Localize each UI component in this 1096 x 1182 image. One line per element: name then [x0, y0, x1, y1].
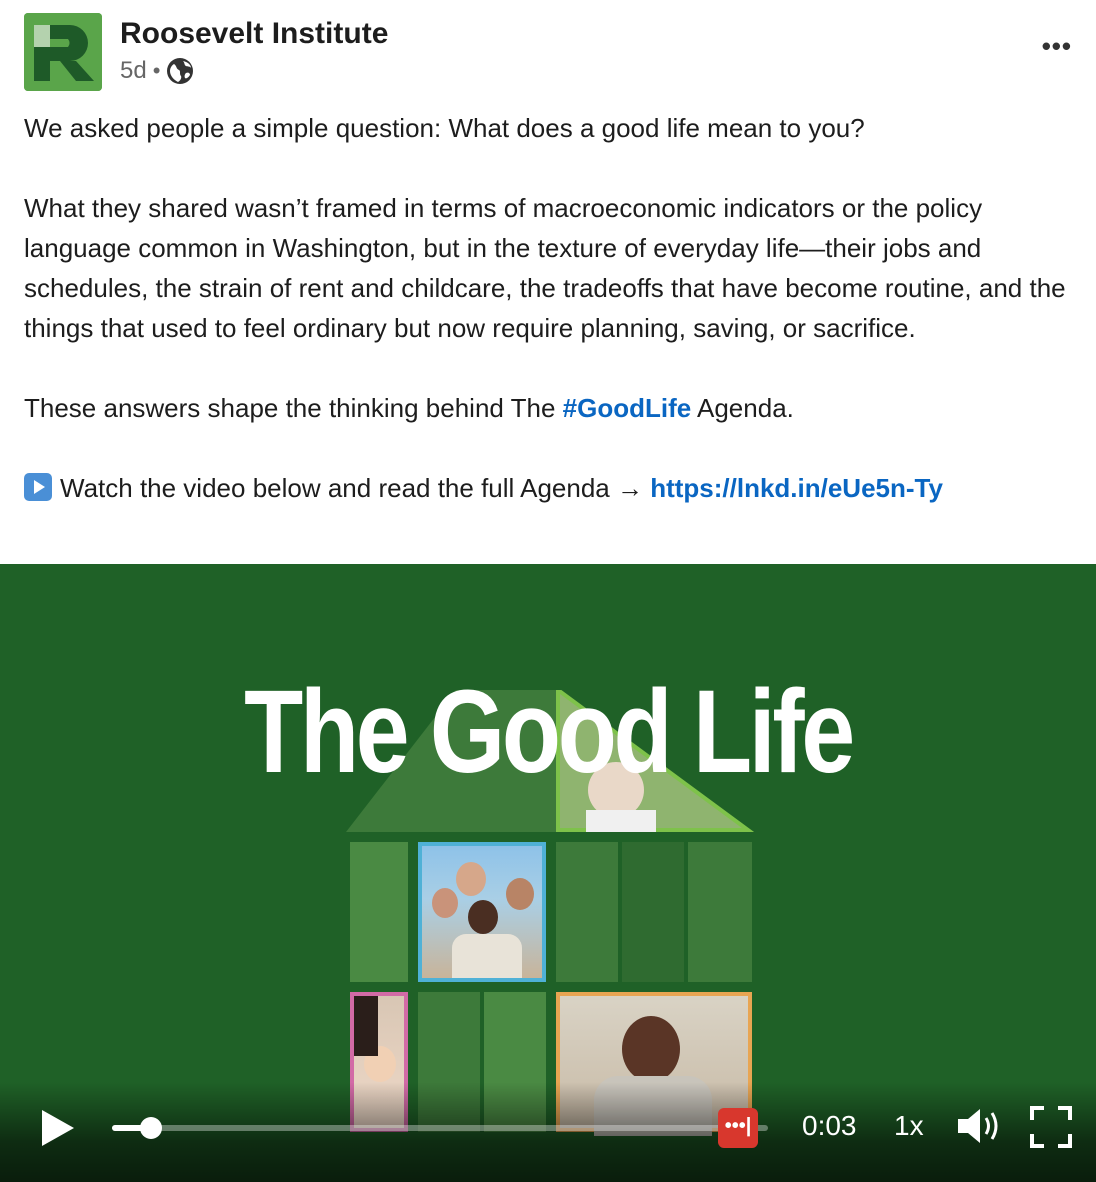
post-paragraph-watch: Watch the video below and read the full …: [24, 468, 1074, 508]
collage-tile: [622, 842, 684, 982]
watch-text: Watch the video below and read the full …: [60, 473, 651, 503]
post-line-question: We asked people a simple question: What …: [24, 113, 865, 143]
live-caption-badge[interactable]: •••|: [718, 1108, 758, 1148]
post-meta: 5d •: [120, 57, 194, 85]
author-name[interactable]: Roosevelt Institute: [120, 17, 388, 51]
video-controls: •••| 0:03 1x: [0, 1082, 1096, 1182]
hashtag-link[interactable]: #GoodLife: [563, 393, 692, 423]
meta-separator: •: [152, 58, 161, 83]
agenda-text-after: Agenda.: [691, 393, 794, 423]
agenda-link[interactable]: https://lnkd.in/eUe5n-Ty: [650, 473, 943, 503]
post-paragraph-agenda: These answers shape the thinking behind …: [24, 388, 1074, 428]
video-player[interactable]: The Good Life •••| 0:03 1x: [0, 564, 1096, 1182]
volume-icon[interactable]: [956, 1106, 1002, 1146]
progress-scrubber[interactable]: [140, 1117, 163, 1139]
post-time: 5d: [120, 57, 147, 84]
video-title: The Good Life: [244, 666, 855, 798]
post-paragraph-shared: What they shared wasn’t framed in terms …: [24, 193, 1066, 343]
more-options-button[interactable]: •••: [1042, 31, 1072, 62]
progress-bar[interactable]: [112, 1117, 768, 1139]
post-body: We asked people a simple question: What …: [24, 108, 1074, 508]
post-header: Roosevelt Institute 5d • •••: [24, 13, 1084, 93]
play-icon[interactable]: [40, 1108, 76, 1148]
collage-tile: [688, 842, 752, 982]
fullscreen-icon[interactable]: [1030, 1106, 1072, 1148]
globe-icon: [167, 58, 194, 84]
roosevelt-logo-icon: [24, 13, 102, 91]
collage-tile: [556, 842, 618, 982]
author-logo[interactable]: [24, 13, 102, 91]
play-button-emoji-icon: [24, 473, 52, 501]
playback-speed-button[interactable]: 1x: [894, 1110, 924, 1142]
friends-photo: [418, 842, 546, 982]
collage-tile: [350, 842, 408, 982]
agenda-text-before: These answers shape the thinking behind …: [24, 393, 563, 423]
video-time: 0:03: [802, 1110, 857, 1141]
